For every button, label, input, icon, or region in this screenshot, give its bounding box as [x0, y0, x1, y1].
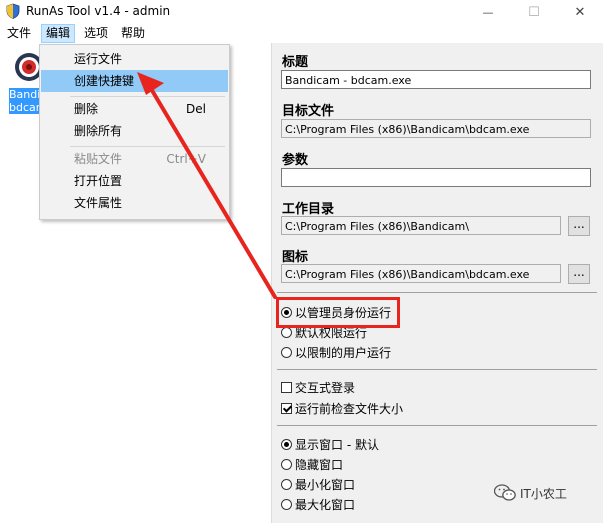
- title-input[interactable]: Bandicam - bdcam.exe: [281, 70, 591, 89]
- icon-path-input[interactable]: C:\Program Files (x86)\Bandicam\bdcam.ex…: [281, 264, 561, 283]
- radio-minimize-window[interactable]: 最小化窗口: [281, 476, 355, 492]
- workdir-browse-button[interactable]: ...: [568, 216, 590, 236]
- divider: [277, 425, 597, 426]
- menu-edit[interactable]: 编辑: [41, 24, 76, 43]
- annotation-highlight-box: [276, 297, 400, 328]
- radio-dot: [281, 458, 292, 470]
- radio-dot: [281, 478, 292, 490]
- menu-create-shortcut-label: 创建快捷键: [74, 74, 135, 88]
- workdir-input[interactable]: C:\Program Files (x86)\Bandicam\: [281, 216, 561, 235]
- divider: [277, 369, 597, 370]
- menu-delete-all-label: 删除所有: [74, 124, 123, 138]
- close-icon: ✕: [574, 4, 586, 20]
- radio-minimize-window-label: 最小化窗口: [295, 477, 356, 492]
- minimize-button[interactable]: —: [465, 0, 511, 24]
- menu-options[interactable]: 选项: [80, 24, 112, 43]
- checkbox-box: [281, 381, 292, 393]
- radio-hide-window-label: 隐藏窗口: [295, 457, 344, 472]
- radio-hide-window[interactable]: 隐藏窗口: [281, 456, 343, 472]
- app-shield-icon: [6, 3, 20, 19]
- checkbox-check-file-size-label: 运行前检查文件大小: [295, 401, 404, 416]
- radio-limited-user-label: 以限制的用户运行: [295, 345, 392, 360]
- menu-help[interactable]: 帮助: [117, 24, 149, 43]
- icon-label: 图标: [282, 250, 309, 265]
- menu-create-shortcut[interactable]: 创建快捷键: [41, 70, 228, 92]
- params-label: 参数: [282, 153, 309, 168]
- menu-paste-file-label: 粘贴文件: [74, 152, 123, 166]
- radio-dot: [281, 346, 292, 358]
- radio-maximize-window[interactable]: 最大化窗口: [281, 496, 355, 512]
- watermark: IT小农工: [494, 484, 567, 502]
- menu-file[interactable]: 文件: [3, 24, 35, 43]
- close-button[interactable]: ✕: [557, 0, 603, 24]
- params-input[interactable]: [281, 168, 591, 187]
- minimize-icon: —: [482, 5, 494, 19]
- target-input[interactable]: C:\Program Files (x86)\Bandicam\bdcam.ex…: [281, 119, 591, 138]
- menu-paste-shortcut: Ctrl+V: [166, 152, 206, 166]
- checkbox-box: [281, 402, 292, 414]
- radio-dot: [281, 438, 292, 450]
- menu-delete[interactable]: 删除 Del: [41, 98, 228, 120]
- menu-separator: [70, 96, 225, 97]
- menu-delete-shortcut: Del: [186, 102, 206, 116]
- divider: [277, 292, 597, 293]
- menu-run-file-label: 运行文件: [74, 52, 123, 66]
- edit-dropdown-menu: 运行文件 创建快捷键 删除 Del 删除所有 粘贴文件 Ctrl+V 打开位置 …: [39, 44, 230, 220]
- checkbox-interactive-login[interactable]: 交互式登录: [281, 379, 355, 395]
- radio-limited-user[interactable]: 以限制的用户运行: [281, 344, 391, 360]
- icon-browse-button[interactable]: ...: [568, 264, 590, 284]
- wechat-icon: [494, 484, 516, 501]
- workdir-label: 工作目录: [282, 202, 335, 217]
- maximize-button[interactable]: ☐: [511, 0, 557, 24]
- menu-delete-label: 删除: [74, 102, 99, 116]
- maximize-icon: ☐: [528, 4, 540, 20]
- menu-file-properties[interactable]: 文件属性: [41, 192, 228, 214]
- menu-run-file[interactable]: 运行文件: [41, 48, 228, 70]
- menu-open-location[interactable]: 打开位置: [41, 170, 228, 192]
- menu-delete-all[interactable]: 删除所有: [41, 120, 228, 142]
- checkbox-check-file-size[interactable]: 运行前检查文件大小: [281, 400, 403, 416]
- menu-separator: [70, 146, 225, 147]
- target-label: 目标文件: [282, 104, 335, 119]
- checkbox-interactive-login-label: 交互式登录: [295, 380, 356, 395]
- title-label: 标题: [282, 55, 309, 70]
- watermark-text: IT小农工: [520, 486, 567, 501]
- menu-open-location-label: 打开位置: [74, 174, 123, 188]
- radio-dot: [281, 498, 292, 510]
- radio-show-window[interactable]: 显示窗口 - 默认: [281, 436, 379, 452]
- radio-maximize-window-label: 最大化窗口: [295, 497, 356, 512]
- menu-paste-file: 粘贴文件 Ctrl+V: [41, 148, 228, 170]
- window-title: RunAs Tool v1.4 - admin: [26, 4, 171, 18]
- radio-show-window-label: 显示窗口 - 默认: [295, 437, 379, 452]
- radio-dot: [281, 326, 292, 338]
- menu-file-properties-label: 文件属性: [74, 196, 123, 210]
